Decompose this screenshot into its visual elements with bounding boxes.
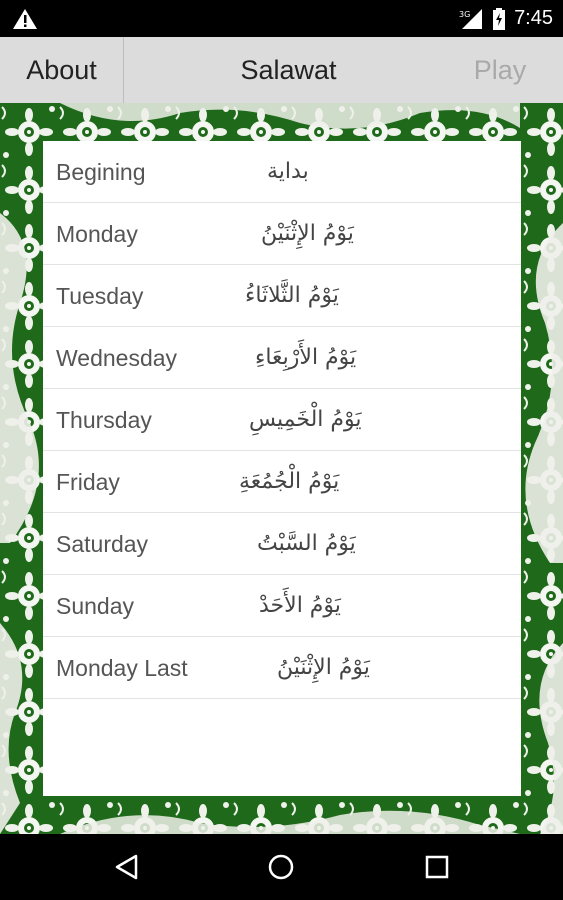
play-button[interactable]: Play <box>455 37 545 103</box>
home-icon[interactable] <box>266 852 296 882</box>
back-icon[interactable] <box>112 852 142 882</box>
day-english-label: Monday <box>56 221 138 247</box>
day-english-label: Sunday <box>56 593 135 619</box>
action-bar: About Salawat Play <box>0 37 563 104</box>
list-item[interactable]: Friday يَوْمُ الْجُمُعَةِ <box>43 451 521 513</box>
status-time: 7:45 <box>514 7 553 29</box>
about-button[interactable]: About <box>0 37 124 103</box>
warning-icon <box>13 9 37 29</box>
day-arabic-label: يَوْمُ الإِثْنَيْنُ <box>277 655 370 680</box>
days-list: Begining بداية Monday يَوْمُ الإِثْنَيْن… <box>43 141 521 796</box>
day-arabic-label: يَوْمُ الْجُمُعَةِ <box>239 469 340 494</box>
day-english-label: Tuesday <box>56 283 144 309</box>
list-item[interactable]: Monday Last يَوْمُ الإِثْنَيْنُ <box>43 637 521 699</box>
day-arabic-label: يَوْمُ الإِثْنَيْنُ <box>261 221 354 246</box>
list-item[interactable]: Tuesday يَوْمُ الثَّلاثَاءُ <box>43 265 521 327</box>
recents-icon[interactable] <box>422 852 452 882</box>
list-item[interactable]: Thursday يَوْمُ الْخَمِيسِ <box>43 389 521 451</box>
list-item[interactable]: Sunday يَوْمُ الأَحَدْ <box>43 575 521 637</box>
day-english-label: Wednesday <box>56 345 178 371</box>
day-english-label: Saturday <box>56 531 149 557</box>
svg-text:3G: 3G <box>459 10 470 19</box>
battery-icon <box>493 7 506 30</box>
list-item[interactable]: Wednesday يَوْمُ الأَرْبِعَاءِ <box>43 327 521 389</box>
day-arabic-label: يَوْمُ السَّبْتُ <box>257 531 356 556</box>
list-item[interactable]: Saturday يَوْمُ السَّبْتُ <box>43 513 521 575</box>
day-arabic-label: يَوْمُ الأَحَدْ <box>259 593 341 618</box>
signal-icon: 3G <box>459 8 483 29</box>
day-arabic-label: يَوْمُ الثَّلاثَاءُ <box>245 283 339 308</box>
day-arabic-label: بداية <box>267 159 309 184</box>
day-english-label: Begining <box>56 159 146 185</box>
page-title: Salawat <box>240 54 337 85</box>
day-arabic-label: يَوْمُ الْخَمِيسِ <box>249 407 362 432</box>
day-english-label: Thursday <box>56 407 152 433</box>
system-nav-bar <box>0 834 563 900</box>
list-item[interactable]: Begining بداية <box>43 141 521 203</box>
day-english-label: Friday <box>56 469 120 495</box>
day-arabic-label: يَوْمُ الأَرْبِعَاءِ <box>255 345 357 370</box>
day-english-label: Monday Last <box>56 655 188 681</box>
status-right: 3G 7:45 <box>458 0 553 37</box>
list-item[interactable]: Monday يَوْمُ الإِثْنَيْنُ <box>43 203 521 265</box>
status-bar: 3G 7:45 <box>0 0 563 37</box>
